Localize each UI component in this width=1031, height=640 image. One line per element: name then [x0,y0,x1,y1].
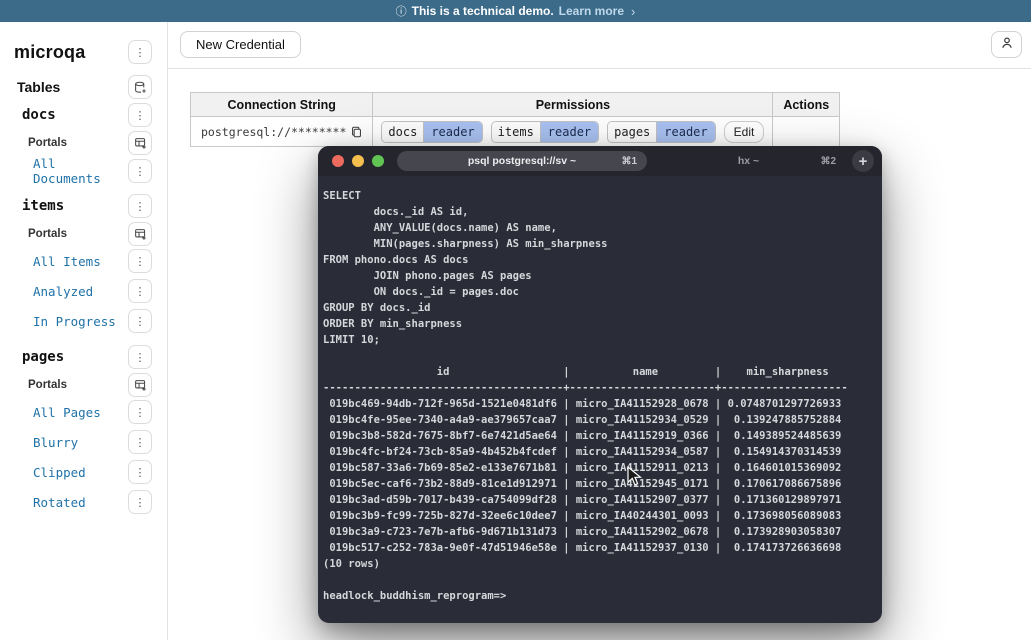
terminal-tab-hx[interactable]: hx ~ ⌘2 [647,151,850,171]
kebab-icon: ⋮ [135,286,146,297]
terminal-body: SELECT docs._id AS id, ANY_VALUE(docs.na… [318,176,882,604]
kebab-icon: ⋮ [135,201,146,212]
sidebar-item-in-progress[interactable]: In Progress [33,314,116,329]
kebab-icon: ⋮ [135,166,146,177]
sidebar: microqa ⋮ Tables docs ⋮ Portals [0,22,168,640]
sidebar-item-rotated[interactable]: Rotated [33,495,86,510]
tab-title: hx ~ [738,155,759,167]
terminal-titlebar: psql postgresql://sv ~ ⌘1 hx ~ ⌘2 + [318,146,882,176]
add-portal-icon [134,228,147,241]
sidebar-item-all-documents[interactable]: All Documents [33,156,128,186]
column-header-connection-string: Connection String [191,93,373,117]
terminal-prompt[interactable]: headlock_buddhism_reprogram=> [323,588,878,604]
portals-label: Portals [28,379,67,391]
portal-all-documents-menu-button[interactable]: ⋮ [128,159,152,183]
add-portal-icon [134,137,147,150]
portal-clipped-menu-button[interactable]: ⋮ [128,460,152,484]
permission-badge: docs reader [381,121,482,143]
user-account-button[interactable] [991,31,1022,58]
app-menu-button[interactable]: ⋮ [128,40,152,64]
add-table-button[interactable] [128,75,152,99]
permission-scope: pages [608,122,656,142]
kebab-icon: ⋮ [135,437,146,448]
table-label-docs: docs [22,107,56,123]
copy-icon[interactable] [351,126,362,138]
portal-blurry-menu-button[interactable]: ⋮ [128,430,152,454]
connection-string-value: postgresql://******** [201,125,346,139]
minimize-window-icon[interactable] [352,155,364,167]
sidebar-item-clipped[interactable]: Clipped [33,465,86,480]
tab-shortcut: ⌘2 [820,156,836,167]
table-label-items: items [22,198,64,214]
sidebar-item-all-items[interactable]: All Items [33,254,101,269]
kebab-icon: ⋮ [135,47,146,58]
learn-more-link[interactable]: Learn more [559,4,624,18]
tab-shortcut: ⌘1 [621,156,637,167]
add-portal-icon [134,379,147,392]
tab-title: psql postgresql://sv ~ [468,155,576,167]
kebab-icon: ⋮ [135,316,146,327]
kebab-icon: ⋮ [135,256,146,267]
add-portal-button[interactable] [128,131,152,155]
portals-label: Portals [28,137,67,149]
tables-section-label: Tables [17,79,60,95]
terminal-window: psql postgresql://sv ~ ⌘1 hx ~ ⌘2 + SELE… [318,146,882,623]
edit-permissions-button[interactable]: Edit [724,121,765,143]
permission-role: reader [540,122,598,142]
add-table-icon [134,81,147,94]
permission-badge: items reader [491,121,599,143]
portals-label: Portals [28,228,67,240]
sidebar-item-analyzed[interactable]: Analyzed [33,284,93,299]
table-label-pages: pages [22,349,64,365]
add-portal-button[interactable] [128,373,152,397]
permission-role: reader [656,122,714,142]
mouse-cursor [627,466,642,492]
banner-text: This is a technical demo. [412,4,554,18]
kebab-icon: ⋮ [135,110,146,121]
portal-all-pages-menu-button[interactable]: ⋮ [128,400,152,424]
permission-scope: docs [382,122,423,142]
portal-rotated-menu-button[interactable]: ⋮ [128,490,152,514]
chevron-right-icon: › [631,4,635,19]
column-header-actions: Actions [773,93,840,117]
info-icon: ⓘ [396,3,407,19]
terminal-tab-psql[interactable]: psql postgresql://sv ~ ⌘1 [397,151,647,171]
header-divider [168,68,1031,69]
actions-cell [773,117,840,147]
credentials-table: Connection String Permissions Actions po… [190,92,840,147]
new-credential-button[interactable]: New Credential [180,31,301,58]
column-header-permissions: Permissions [373,93,773,117]
app-title: microqa [14,42,85,63]
credential-row: postgresql://******** docs reader [191,117,840,147]
sidebar-item-all-pages[interactable]: All Pages [33,405,101,420]
traffic-lights [332,155,384,167]
terminal-output: SELECT docs._id AS id, ANY_VALUE(docs.na… [323,188,878,572]
app-screen: ⓘ This is a technical demo. Learn more ›… [0,0,1031,640]
add-portal-button[interactable] [128,222,152,246]
portal-all-items-menu-button[interactable]: ⋮ [128,249,152,273]
permission-scope: items [492,122,540,142]
kebab-icon: ⋮ [135,407,146,418]
kebab-icon: ⋮ [135,467,146,478]
kebab-icon: ⋮ [135,352,146,363]
kebab-icon: ⋮ [135,497,146,508]
zoom-window-icon[interactable] [372,155,384,167]
sidebar-item-blurry[interactable]: Blurry [33,435,78,450]
table-docs-menu-button[interactable]: ⋮ [128,103,152,127]
table-items-menu-button[interactable]: ⋮ [128,194,152,218]
table-pages-menu-button[interactable]: ⋮ [128,345,152,369]
permission-badge: pages reader [607,121,715,143]
demo-banner: ⓘ This is a technical demo. Learn more › [0,0,1031,22]
close-window-icon[interactable] [332,155,344,167]
user-icon [1000,36,1014,53]
credentials-header-row: Connection String Permissions Actions [191,93,840,117]
portal-in-progress-menu-button[interactable]: ⋮ [128,309,152,333]
portal-analyzed-menu-button[interactable]: ⋮ [128,279,152,303]
new-tab-button[interactable]: + [852,150,874,172]
permission-role: reader [423,122,481,142]
